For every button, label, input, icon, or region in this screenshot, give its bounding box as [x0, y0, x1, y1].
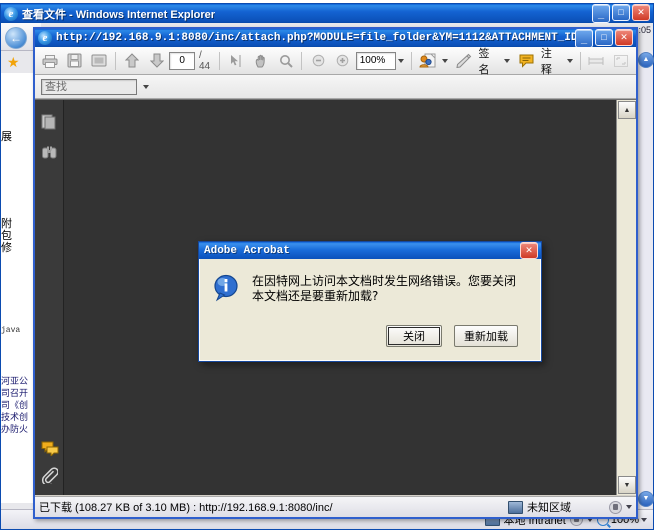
- marquee-zoom-icon[interactable]: [274, 49, 298, 73]
- background-fragment: 河亚公: [1, 376, 29, 386]
- zone-chevron-down-icon[interactable]: [626, 505, 632, 509]
- zoom-in-icon[interactable]: [331, 49, 355, 73]
- security-lock-icon: [609, 500, 622, 514]
- outer-close-button[interactable]: ✕: [632, 4, 650, 21]
- info-icon: [212, 273, 242, 303]
- dialog-close-button[interactable]: ✕: [520, 242, 538, 259]
- comment-label[interactable]: 注释: [541, 45, 563, 77]
- zoom-chevron-down-icon[interactable]: [398, 58, 405, 63]
- background-fragment: 技术创: [1, 412, 29, 422]
- attachment-viewer-window: http://192.168.9.1:8080/inc/attach.php?M…: [33, 27, 638, 519]
- favorites-star-icon[interactable]: ★: [7, 55, 21, 69]
- inner-close-button[interactable]: ✕: [615, 28, 633, 46]
- select-text-icon[interactable]: [224, 49, 248, 73]
- background-text-block: 河亚公 司召开 司《创 技术创 办防火: [1, 375, 34, 435]
- sign-label[interactable]: 签名: [479, 45, 501, 77]
- comment-bubble-icon[interactable]: [514, 49, 538, 73]
- zoom-level-input[interactable]: 100%: [355, 51, 397, 70]
- dialog-reload-button[interactable]: 重新加载: [454, 325, 518, 347]
- background-fragment: 展: [1, 131, 12, 143]
- background-fragment: 附: [1, 218, 12, 230]
- inner-window-controls: _ □ ✕: [575, 28, 634, 48]
- outer-maximize-button[interactable]: □: [612, 4, 630, 21]
- snapshot-icon[interactable]: [87, 49, 111, 73]
- pdf-vertical-scrollbar[interactable]: ▲ ▼: [616, 100, 636, 495]
- pdf-navigation-panel: [35, 100, 64, 495]
- background-fragment: 办防火: [1, 424, 29, 434]
- fit-width-icon: [585, 49, 609, 73]
- pages-panel-icon[interactable]: [41, 114, 58, 130]
- inner-zone-indicator[interactable]: 未知区域: [508, 499, 632, 515]
- page-total-label: / 44: [198, 49, 211, 72]
- network-zone-icon: [508, 500, 523, 514]
- dialog-window-controls: ✕: [520, 242, 539, 259]
- reader-toolbar: 0 / 44 100% 签名 注释: [35, 45, 636, 77]
- binoculars-icon[interactable]: [41, 145, 58, 161]
- find-input[interactable]: 查找: [41, 78, 137, 95]
- dialog-close-document-button[interactable]: 关闭: [386, 325, 442, 347]
- toolbar-separator: [219, 51, 221, 70]
- comments-panel-icon[interactable]: [41, 441, 59, 458]
- fit-page-icon: [609, 49, 633, 73]
- comment-chevron-down-icon[interactable]: [566, 58, 573, 63]
- adobe-acrobat-dialog: Adobe Acrobat ✕ 在因特网上访问本文档时发生网络错误。您要关闭本文…: [198, 241, 542, 362]
- outer-window-title: 查看文件 - Windows Internet Explorer: [22, 8, 216, 21]
- outer-window-controls: _ □ ✕: [592, 4, 651, 23]
- background-page-sliver: 展 附 包 修 java: [1, 73, 36, 503]
- arrow-down-icon[interactable]: [145, 49, 169, 73]
- dialog-title: Adobe Acrobat: [204, 244, 290, 257]
- inner-maximize-button[interactable]: □: [595, 28, 613, 46]
- print-icon[interactable]: [38, 49, 62, 73]
- find-chevron-down-icon[interactable]: [143, 84, 149, 89]
- back-button[interactable]: [5, 27, 27, 49]
- zoom-chevron-down-icon[interactable]: [641, 517, 647, 522]
- scroll-up-button[interactable]: ▲: [638, 52, 654, 68]
- inner-minimize-button[interactable]: _: [575, 28, 593, 48]
- pdf-scroll-down-button[interactable]: ▼: [618, 476, 636, 494]
- page-number-input[interactable]: 0: [169, 51, 195, 70]
- background-fragment: java: [1, 326, 21, 335]
- background-clock-fragment: :05: [638, 25, 651, 35]
- dialog-message: 在因特网上访问本文档时发生网络错误。您要关闭本文档还是要重新加载?: [252, 274, 517, 303]
- inner-status-bar: 已下载 (108.27 KB of 3.10 MB) : http://192.…: [35, 496, 636, 517]
- background-fragment: 修: [1, 242, 12, 254]
- download-status-text: 已下载 (108.27 KB of 3.10 MB) : http://192.…: [39, 502, 333, 514]
- dialog-titlebar[interactable]: Adobe Acrobat ✕: [199, 242, 541, 259]
- toolbar-separator: [115, 51, 116, 70]
- outer-vertical-scrollbar[interactable]: ▲ ▼: [636, 51, 654, 508]
- ie-logo-icon: [4, 6, 18, 21]
- scroll-down-button[interactable]: ▼: [638, 491, 654, 507]
- zoom-out-icon[interactable]: [306, 49, 330, 73]
- toolbar-separator: [301, 51, 303, 70]
- pdf-scroll-up-button[interactable]: ▲: [618, 101, 636, 119]
- collaborate-chevron-down-icon[interactable]: [441, 58, 448, 63]
- paperclip-icon[interactable]: [41, 467, 59, 487]
- sign-chevron-down-icon[interactable]: [504, 58, 511, 63]
- background-fragment: 包: [1, 230, 12, 242]
- outer-minimize-button[interactable]: _: [592, 4, 610, 23]
- arrow-up-icon[interactable]: [120, 49, 144, 73]
- find-bar: 查找: [35, 75, 636, 99]
- inner-window-title: http://192.168.9.1:8080/inc/attach.php?M…: [56, 32, 575, 44]
- toolbar-separator: [579, 51, 581, 70]
- background-fragment: 司《创: [1, 400, 29, 410]
- save-icon[interactable]: [63, 49, 87, 73]
- sign-pen-icon[interactable]: [452, 49, 476, 73]
- hand-icon[interactable]: [249, 49, 273, 73]
- inner-zone-label: 未知区域: [527, 502, 571, 514]
- dialog-body: 在因特网上访问本文档时发生网络错误。您要关闭本文档还是要重新加载? 关闭 重新加…: [199, 259, 541, 361]
- background-fragment: 司召开: [1, 388, 29, 398]
- outer-window-titlebar[interactable]: 查看文件 - Windows Internet Explorer _ □ ✕: [1, 4, 653, 23]
- collaborate-icon[interactable]: [416, 49, 440, 73]
- ie-logo-icon: [38, 31, 52, 45]
- toolbar-separator: [411, 51, 413, 70]
